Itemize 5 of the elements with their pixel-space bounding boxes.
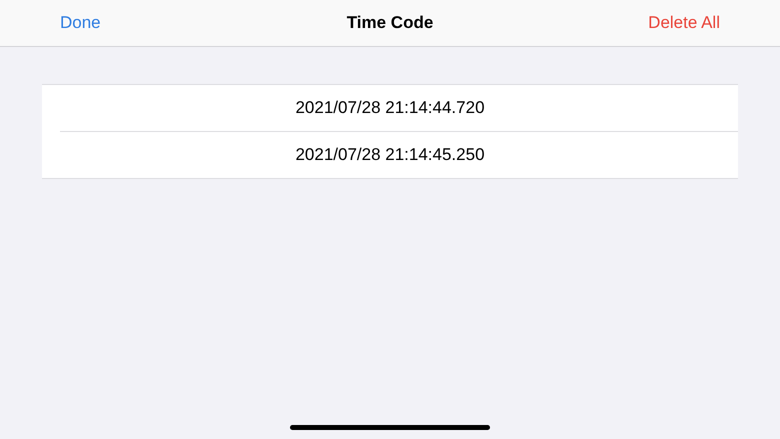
navigation-title: Time Code: [346, 12, 434, 34]
done-button[interactable]: Done: [60, 10, 101, 36]
time-code-entry[interactable]: 2021/07/28 21:14:45.250: [295, 142, 485, 168]
delete-all-button[interactable]: Delete All: [648, 10, 720, 36]
time-code-entry[interactable]: 2021/07/28 21:14:44.720: [295, 95, 485, 121]
